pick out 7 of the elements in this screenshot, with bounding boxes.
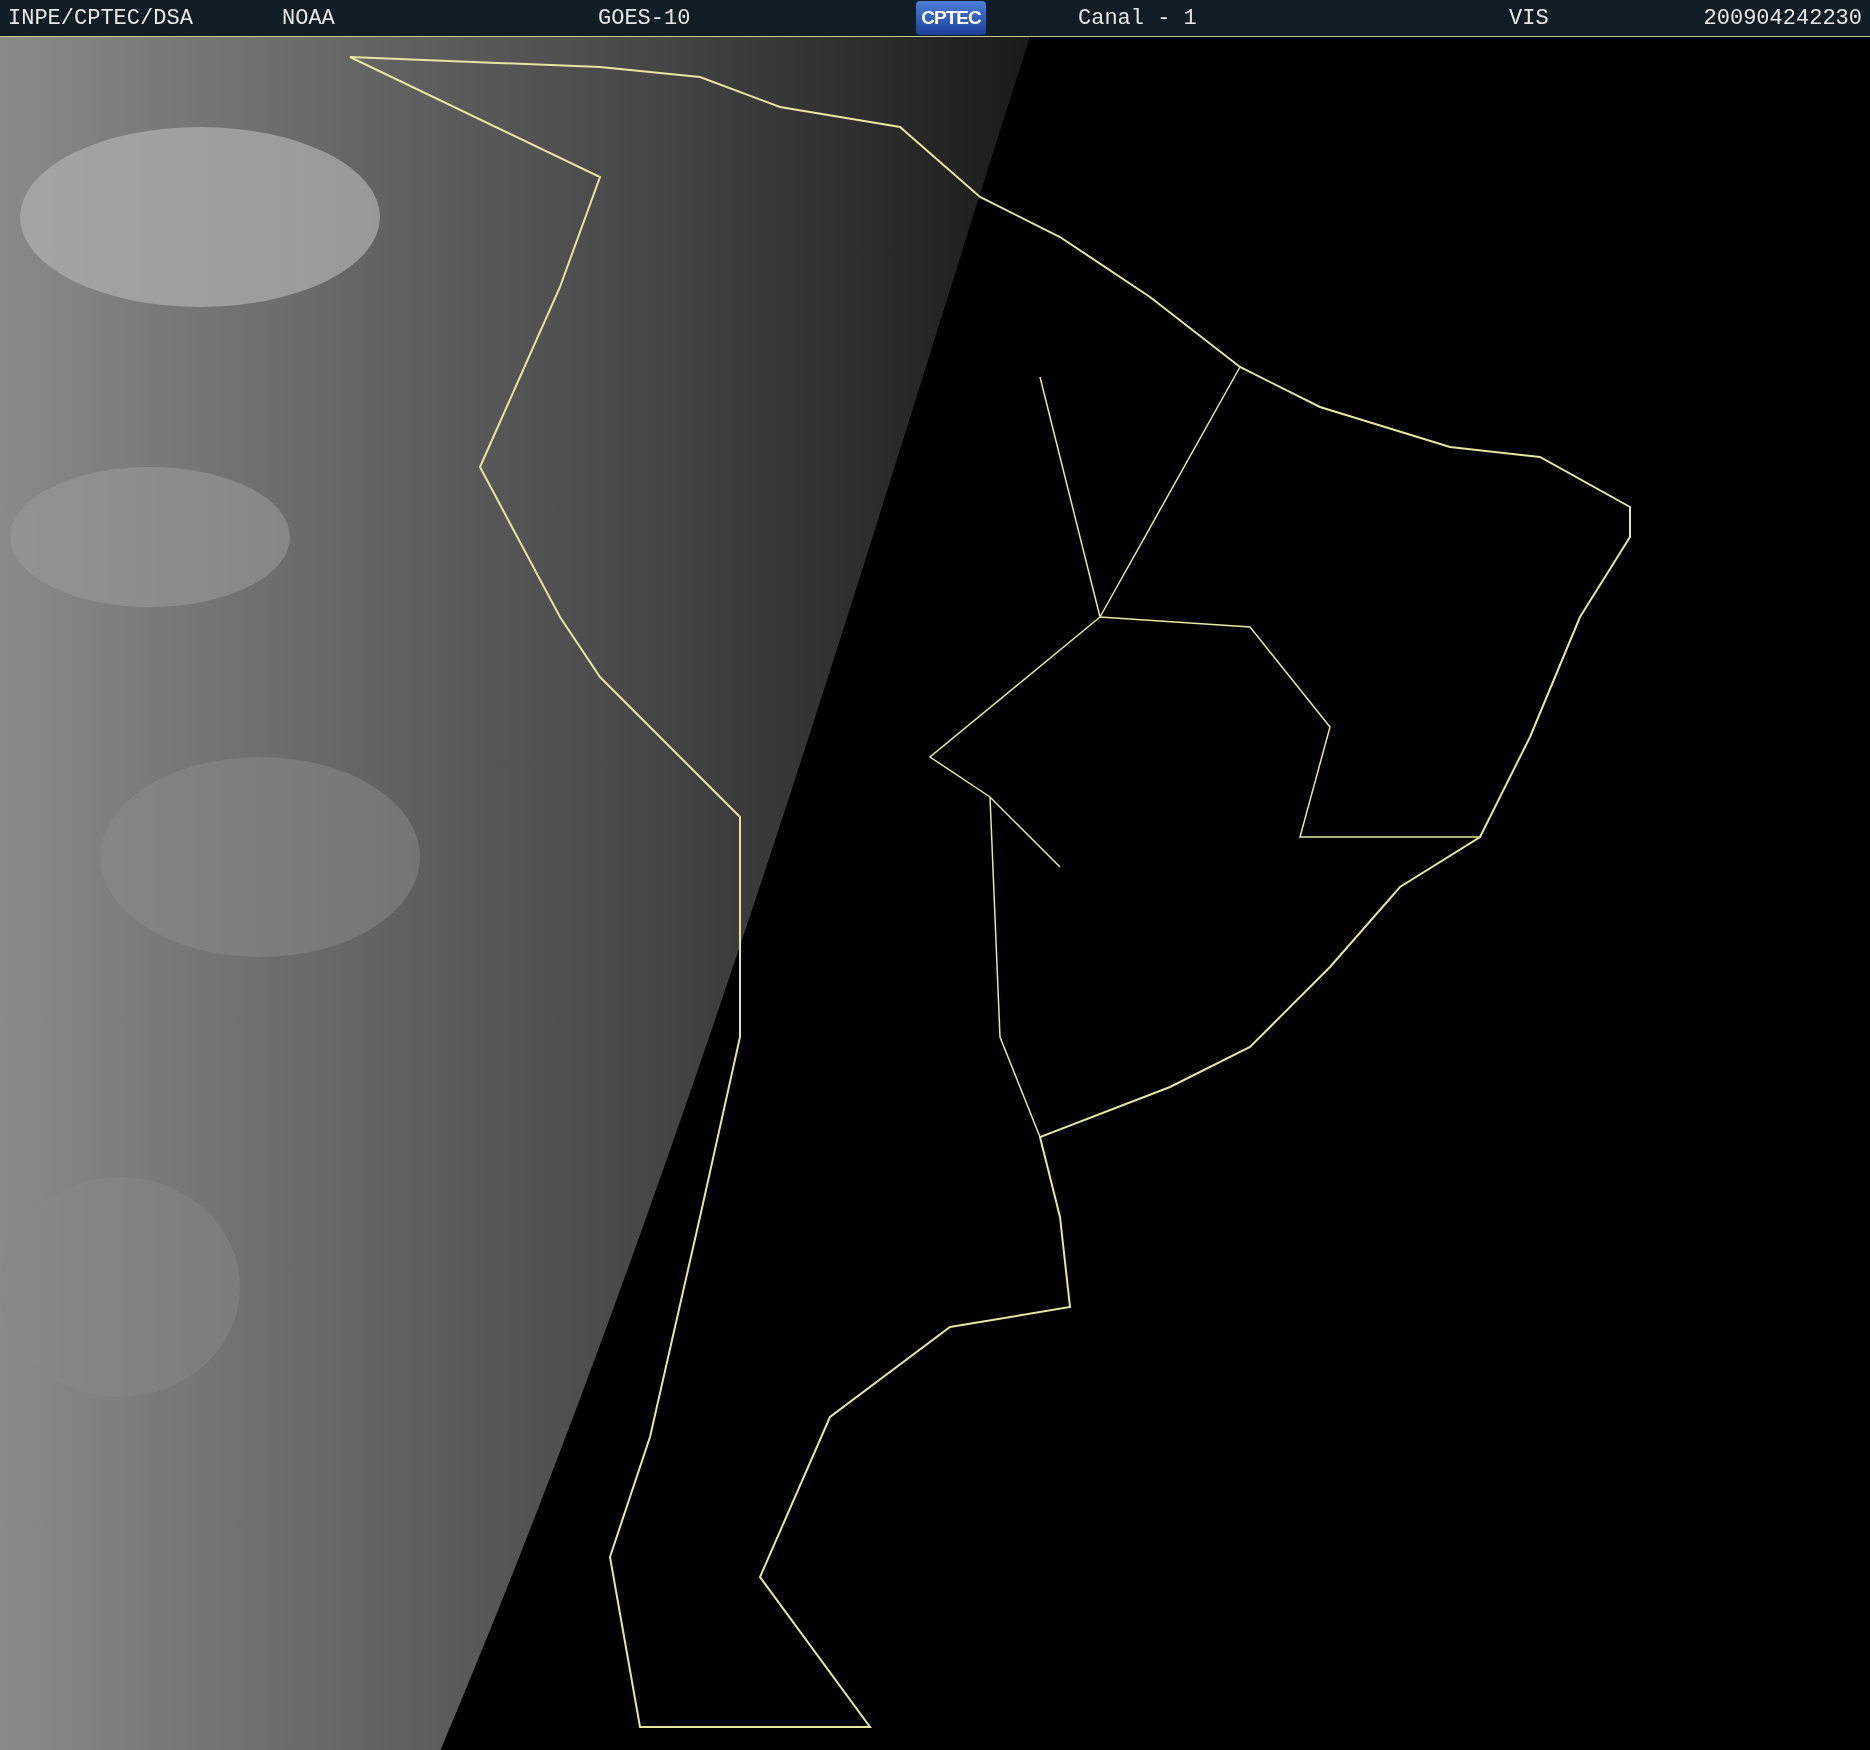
- logo: CPTEC: [916, 1, 986, 35]
- header-label: 200904242230: [1703, 5, 1862, 31]
- header-label: VIS: [1509, 5, 1550, 31]
- header-label: INPE/CPTEC/DSA: [8, 5, 194, 31]
- header-label: Canal - 1: [1078, 5, 1198, 31]
- header-label: GOES-10: [598, 5, 692, 31]
- header-label: NOAA: [282, 5, 336, 31]
